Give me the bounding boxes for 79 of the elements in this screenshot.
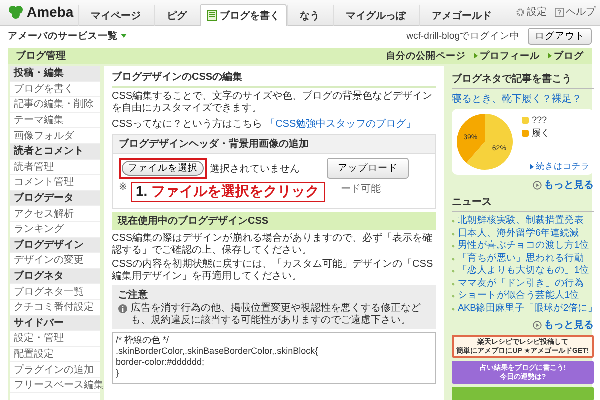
news-link[interactable]: 「育ちが悪い」思われる行動 [452,252,594,265]
legend-item: ??? [522,115,550,125]
logout-button[interactable]: ログアウト [528,28,592,44]
choose-file-button[interactable]: ファイルを選択 [122,161,204,176]
news-title: ニュース [452,195,594,212]
news-link[interactable]: 日本人、海外留学6年連続減 [452,228,594,240]
more-link[interactable]: もっと見る [533,318,594,332]
info-text: CSS編集の際はデザインが崩れる場合がありますので、必ず「表示を確認する」でご確認の上、保存してください。 [112,233,434,256]
note-text: ード可能 [341,182,381,196]
callout-label: 1. ファイルを選択をクリック [131,182,325,202]
nav-tab[interactable]: なう [287,4,333,26]
sidebar-item[interactable]: アクセス解析 [10,206,100,222]
intro-text: CSS編集することで、文字のサイズや色、ブログの背景色などデザインを自由にカスタマイズできます。 [112,91,434,114]
sidebar-item[interactable]: ブログを書く [10,82,100,98]
upload-panel-title: ブログデザインヘッダ・背景用画像の追加 [113,135,435,154]
bullet-icon [548,53,552,59]
sidebar-heading: ブログネタ [10,268,100,284]
sidebar-item[interactable]: 配置設定 [10,346,100,362]
sidebar-heading: ブログデータ [10,190,100,206]
sidebar-item[interactable]: 設定・管理 [10,331,100,347]
page-title: ブログ管理 [16,50,66,63]
sidebar-item[interactable]: デザインの変更 [10,253,100,269]
caution-text: 広告を消す行為の他、掲載位置変更や視認性を悪くする修正なども、規約違反に該当する可能性がありますのでご遠慮下さい。 [131,303,422,326]
continue-link[interactable]: 続きはコチラ [530,161,590,173]
news-link[interactable]: ショートが似合う芸能人1位 [452,290,594,302]
sidebar-item[interactable]: コメント管理 [10,175,100,191]
section-title: ブログデザインのCSSの編集 [112,69,436,88]
news-link[interactable]: 「恋人よりも大切なもの」1位 [452,265,594,278]
nav-tab[interactable]: アメゴールド [419,4,505,26]
help-icon [555,8,564,16]
clover-icon [8,4,24,20]
intro-question: CSSってなに？という方はこちら [112,118,263,131]
info-text: CSSの内容を初期状態に戻すには、「カスタム可能」デザインの「CSS編集用デザイン」を再適用してください。 [112,259,434,282]
login-status: wcf-drill-blogでログイン中 [406,30,520,42]
sidebar-item[interactable]: プラグインの追加 [10,362,100,378]
sidebar-item[interactable]: 画像フォルダ [10,128,100,144]
poll-question-link[interactable]: 寝るとき、靴下履く？裸足？ [452,92,594,106]
css-editor-field[interactable]: /* 枠線の色 */ .skinBorderColor,.skinBaseBorderColor,.skinBlock{ border-color:#dddddd; } [112,332,436,384]
services-menu[interactable]: アメーバのサービス一覧 [8,30,127,42]
notepad-icon [207,10,217,21]
bullet-icon [530,164,534,170]
nav-tab[interactable]: ブログを書く [200,4,287,26]
header-link[interactable]: ブログ [548,50,584,62]
sidebar-heading: ブログデザイン [10,238,100,254]
legend-item: 履く [522,127,550,140]
bullet-icon [474,53,478,59]
sidebar-item[interactable]: 記事の編集・削除 [10,97,100,113]
staff-blog-link[interactable]: 「CSS勉強中スタッフのブログ」 [266,117,416,131]
ad-banner[interactable] [452,387,594,400]
news-link[interactable]: AKB篠田麻里子「眼球が2倍に」 [452,302,594,315]
news-link[interactable]: ママ友が「ドン引き」の行為 [452,278,594,290]
settings-icon [516,8,525,16]
sidebar-heading: 読者とコメント [10,144,100,160]
nav-tool-link[interactable]: 設定 [516,5,547,19]
file-status: 選択されていません [210,162,300,176]
nav-tool-link[interactable]: ヘルプ [555,5,596,19]
sidebar-item[interactable]: クチコミ番付設定 [10,300,100,316]
sidebar-item[interactable]: ブログネタ一覧 [10,284,100,300]
news-link[interactable]: 北朝鮮核実験、制裁措置発表 [452,215,594,228]
news-link[interactable]: 男性が喜ぶチョコの渡し方1位 [452,240,594,252]
section-header: 現在使用中のブログデザインCSS [112,212,436,230]
nav-tab[interactable]: マイグルっぽ [333,4,419,26]
info-icon [118,304,128,314]
sidebar-heading: サイドバー [10,316,100,332]
sidebar-item[interactable]: ランキング [10,222,100,238]
nav-tab[interactable]: マイページ [78,4,154,26]
sidebar-item[interactable]: 読者管理 [10,160,100,176]
sidebar-heading: 投稿・編集 [10,66,100,82]
note-mark: ※ [119,182,128,195]
public-page-link[interactable]: 自分の公開ページ [386,50,466,62]
brand-name: Ameba [27,4,74,20]
more-link[interactable]: もっと見る [533,178,594,192]
upload-button[interactable]: アップロード [327,158,409,179]
ameba-logo[interactable]: Ameba [8,0,78,25]
caution-title: ご注意 [118,288,149,302]
sidebar-item[interactable]: テーマ編集 [10,112,100,128]
caret-icon [121,34,127,38]
header-link[interactable]: プロフィール [474,50,540,62]
neta-title: ブログネタで記事を書こう [452,72,594,89]
